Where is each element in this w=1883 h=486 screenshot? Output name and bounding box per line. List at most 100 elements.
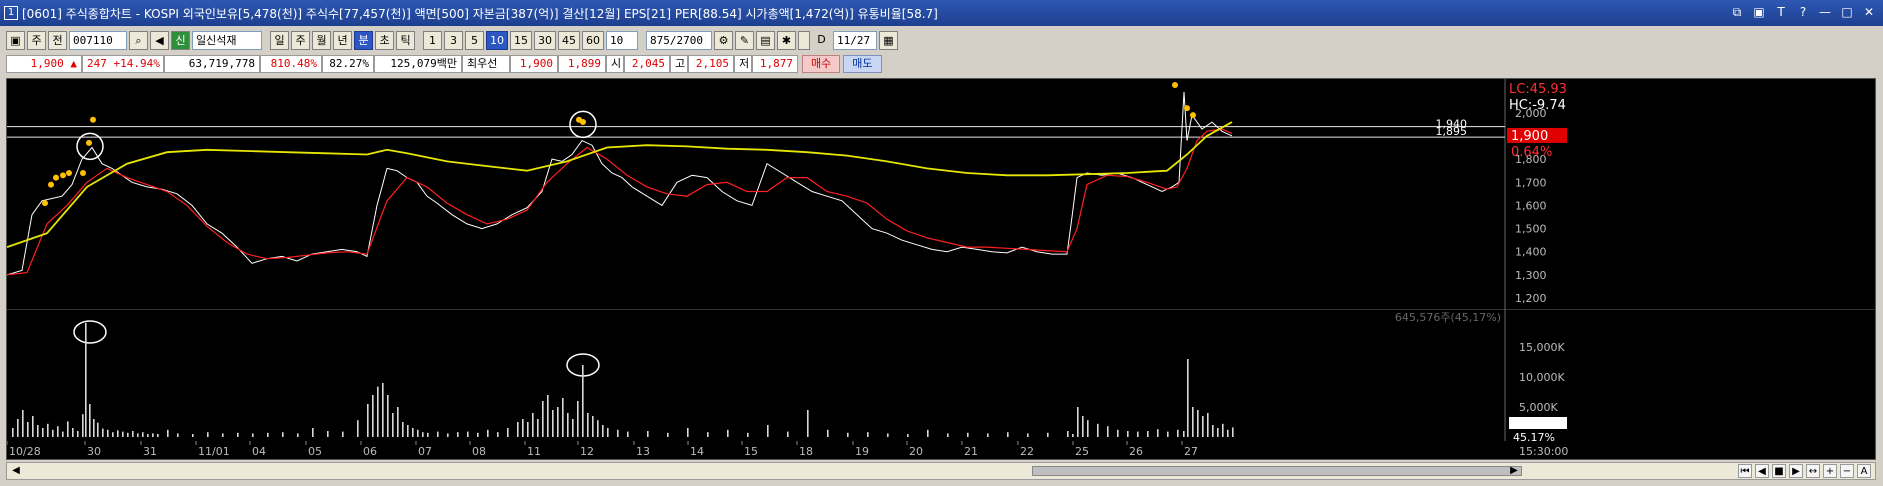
date-label: 13 (636, 445, 650, 458)
signal-marker (53, 174, 59, 181)
period-day[interactable]: 일 (270, 30, 289, 50)
volume-bar (592, 416, 594, 437)
volume-bar (85, 323, 87, 437)
save-icon[interactable]: ▤ (756, 30, 775, 50)
volume-bar (847, 432, 849, 437)
volume-bar (1217, 428, 1219, 437)
interval-45[interactable]: 45 (558, 30, 580, 50)
interval-1[interactable]: 1 (423, 30, 442, 50)
minimize-icon[interactable]: — (1817, 4, 1833, 20)
volume-bar (342, 431, 344, 437)
volume-bar (62, 431, 64, 437)
volume-bar (82, 414, 84, 437)
best-label: 최우선 (462, 55, 510, 73)
layout-icon[interactable]: ▣ (6, 30, 25, 50)
volume-pane[interactable]: 5,000K 10,000K 15,000K 645,576주(45,17%) 45.1… (7, 309, 1875, 441)
date-label: 18 (799, 445, 813, 458)
sound-icon[interactable]: ◀ (150, 30, 169, 50)
volume-bar (447, 433, 449, 437)
interval-3[interactable]: 3 (444, 30, 463, 50)
close-icon[interactable]: ✕ (1861, 4, 1877, 20)
date-label: 30 (87, 445, 101, 458)
buy-button[interactable]: 매수 (802, 55, 841, 73)
price-pane[interactable]: 1,2001,3001,4001,5001,6001,7001,8001,900… (7, 79, 1875, 309)
volume-bar (1227, 429, 1229, 437)
period-minute[interactable]: 분 (354, 30, 373, 50)
quote-strip: 1,900 ▲ 247 +14.94% 63,719,778 810.48% 8… (6, 54, 1883, 74)
horizontal-scrollbar[interactable]: ◀ ▶ ⏮ ◀ ■ ▶ ↔ + − A (6, 462, 1876, 480)
interval-select[interactable]: 10 (606, 30, 638, 50)
app-icon: 1 (4, 6, 18, 20)
font-icon[interactable]: T (1773, 4, 1789, 20)
volume-bar (127, 432, 129, 437)
period-year[interactable]: 년 (333, 30, 352, 50)
scroll-right-icon[interactable]: ▶ (1507, 464, 1521, 478)
stock-code-input[interactable]: 007110 (69, 30, 127, 50)
signal-marker (86, 139, 92, 146)
signal-marker (90, 116, 96, 123)
volume-bar (1212, 425, 1214, 437)
settings-icon[interactable]: ⚙ (714, 30, 733, 50)
interval-60[interactable]: 60 (582, 30, 604, 50)
high-price: 2,105 (688, 55, 734, 73)
date-input[interactable]: 11/27 (833, 30, 877, 50)
draw-icon[interactable]: ✎ (735, 30, 754, 50)
zoom-in-icon[interactable]: + (1823, 464, 1837, 478)
interval-30[interactable]: 30 (534, 30, 556, 50)
date-checkbox[interactable] (798, 30, 810, 50)
font-size-icon[interactable]: A (1857, 464, 1871, 478)
volume-bar (357, 420, 359, 437)
volume-bar (42, 428, 44, 437)
volume-bar (192, 434, 194, 437)
bar-count-field[interactable]: 875/2700 (646, 30, 712, 50)
hline-label: 1,895 (1436, 125, 1468, 138)
period-month[interactable]: 월 (312, 30, 331, 50)
scope-select[interactable]: 전 (48, 30, 67, 50)
volume-bar (72, 428, 74, 437)
save-icon[interactable]: ▣ (1751, 4, 1767, 20)
date-label: 06 (363, 445, 377, 458)
market-select[interactable]: 주 (27, 30, 46, 50)
period-second[interactable]: 초 (375, 30, 394, 50)
search-icon[interactable]: ⌕ (129, 30, 148, 50)
volume-bar (142, 432, 144, 437)
window-controls: ⧉ ▣ T ? — □ ✕ (1729, 4, 1877, 20)
help-icon[interactable]: ? (1795, 4, 1811, 20)
prev-icon[interactable]: ◀ (1755, 464, 1769, 478)
signal-marker (1172, 82, 1178, 88)
maximize-icon[interactable]: □ (1839, 4, 1855, 20)
date-label: 15 (744, 445, 758, 458)
sell-button[interactable]: 매도 (843, 55, 882, 73)
interval-10[interactable]: 10 (486, 30, 508, 50)
signal-marker (66, 170, 72, 176)
volume-bar (152, 433, 154, 437)
gear-icon[interactable]: ✱ (777, 30, 796, 50)
period-week[interactable]: 주 (291, 30, 310, 50)
restore-icon[interactable]: ⧉ (1729, 4, 1745, 20)
scroll-thumb[interactable] (1032, 466, 1522, 476)
volume-bar (522, 419, 524, 437)
volume-bar (1072, 434, 1074, 437)
volume-tick-label: 5,000K (1519, 401, 1558, 414)
volume-bar (297, 433, 299, 437)
scroll-left-icon[interactable]: ◀ (9, 464, 23, 478)
volume-header: 645,576주(45,17%) (1395, 311, 1501, 324)
chart-area[interactable]: 1,2001,3001,4001,5001,6001,7001,8001,900… (6, 78, 1876, 460)
period-tick[interactable]: 틱 (396, 30, 415, 50)
sin-badge[interactable]: 신 (171, 30, 190, 50)
date-label: 05 (308, 445, 322, 458)
next-icon[interactable]: ▶ (1789, 464, 1803, 478)
volume-bar (117, 430, 119, 437)
range-icon[interactable]: ↔ (1806, 464, 1820, 478)
first-icon[interactable]: ⏮ (1738, 464, 1752, 478)
volume-bar (112, 432, 114, 437)
interval-5[interactable]: 5 (465, 30, 484, 50)
stop-icon[interactable]: ■ (1772, 464, 1786, 478)
calendar-icon[interactable]: ▦ (879, 30, 898, 50)
volume-bar (12, 428, 14, 437)
date-label: 12 (580, 445, 594, 458)
volume-bar (407, 425, 409, 437)
zoom-out-icon[interactable]: − (1840, 464, 1854, 478)
interval-15[interactable]: 15 (510, 30, 532, 50)
volume-bar (527, 422, 529, 437)
